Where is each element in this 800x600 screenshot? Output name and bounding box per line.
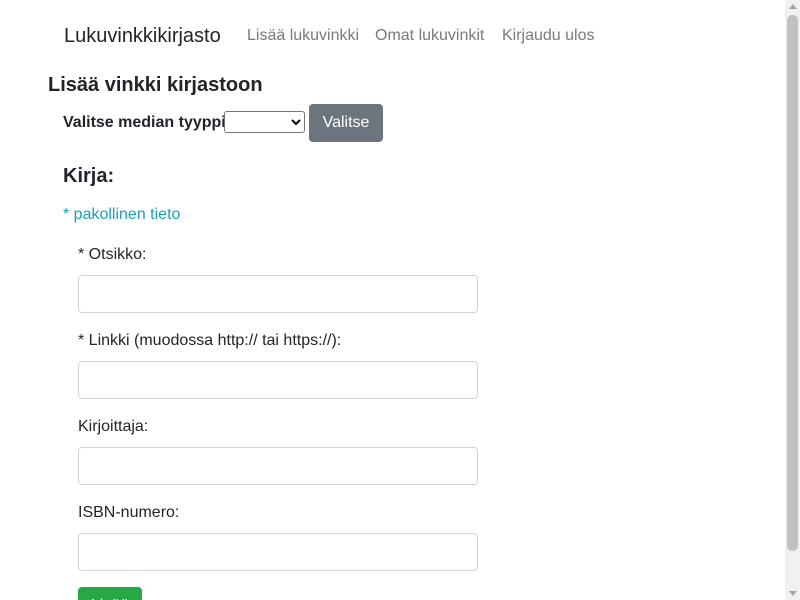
scroll-up-arrow-icon[interactable] [789, 4, 797, 9]
nav-link-logout[interactable]: Kirjaudu ulos [502, 26, 595, 46]
scrollbar-thumb[interactable] [787, 15, 798, 551]
isbn-input[interactable] [78, 533, 478, 571]
media-type-select[interactable] [224, 111, 305, 133]
submit-button[interactable]: Lisää [78, 587, 142, 600]
title-input[interactable] [78, 275, 478, 313]
nav-link-own-tips[interactable]: Omat lukuvinkit [375, 26, 484, 46]
section-title: Kirja: [63, 165, 115, 187]
vertical-scrollbar[interactable] [785, 0, 800, 600]
link-input[interactable] [78, 361, 478, 399]
link-field-label: * Linkki (muodossa http:// tai https://)… [78, 332, 342, 349]
nav-link-add-tip[interactable]: Lisää lukuvinkki [247, 26, 359, 46]
title-field-label: * Otsikko: [78, 246, 147, 263]
scroll-down-arrow-icon[interactable] [789, 591, 797, 596]
author-field-label: Kirjoittaja: [78, 418, 149, 435]
brand-link[interactable]: Lukuvinkkikirjasto [64, 22, 221, 50]
media-type-label: Valitse median tyyppi: [63, 114, 232, 131]
page-title: Lisää vinkki kirjastoon [48, 74, 263, 96]
isbn-field-label: ISBN-numero: [78, 504, 180, 521]
required-note: * pakollinen tieto [63, 206, 181, 223]
select-media-button[interactable]: Valitse [309, 104, 383, 142]
page: Lukuvinkkikirjasto Lisää lukuvinkki Omat… [0, 0, 800, 600]
navbar: Lukuvinkkikirjasto Lisää lukuvinkki Omat… [0, 0, 785, 72]
author-input[interactable] [78, 447, 478, 485]
